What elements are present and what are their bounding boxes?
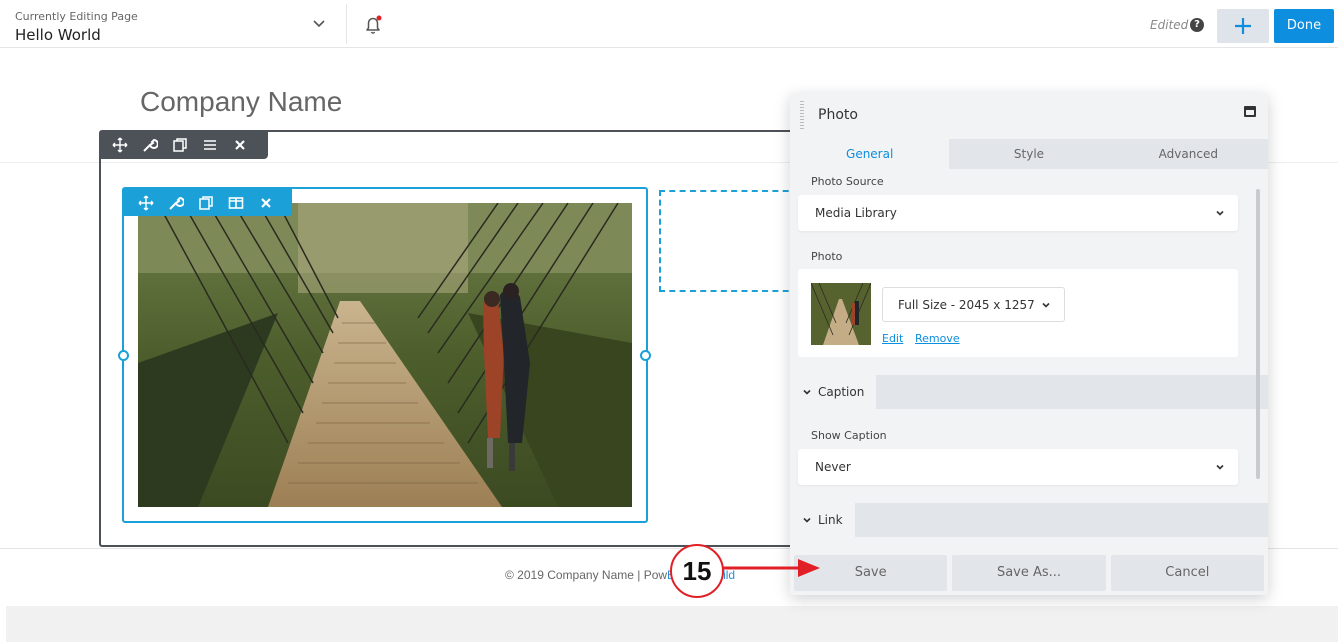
site-title: Company Name	[140, 86, 343, 117]
drop-zone[interactable]	[659, 190, 799, 292]
photo-thumbnail[interactable]	[811, 283, 871, 345]
currently-editing-label: Currently Editing Page	[15, 10, 138, 23]
window-icon[interactable]	[1244, 106, 1256, 117]
edited-status: Edited	[1150, 18, 1189, 32]
page-title[interactable]: Hello World	[15, 26, 101, 44]
bridge-photo[interactable]	[138, 203, 632, 507]
move-icon[interactable]	[112, 137, 128, 153]
resize-handle-left[interactable]	[118, 350, 129, 361]
close-icon[interactable]	[232, 137, 248, 153]
module-toolbar	[124, 189, 292, 216]
wrench-icon[interactable]	[142, 137, 158, 153]
row-toolbar	[100, 131, 268, 159]
caption-section-label: Caption	[818, 385, 865, 399]
photo-image	[138, 203, 632, 507]
chevron-down-icon	[1042, 302, 1050, 308]
photo-label: Photo	[811, 250, 843, 263]
photo-settings-panel: Photo General Style Advanced Photo Sourc…	[790, 93, 1268, 595]
chevron-down-icon	[1216, 464, 1224, 470]
wrench-icon[interactable]	[168, 195, 184, 211]
footer-bar	[6, 606, 1338, 642]
link-section-bar: Link	[790, 503, 1268, 537]
tab-general[interactable]: General	[790, 139, 950, 169]
panel-footer: Save Save As... Cancel	[790, 553, 1268, 595]
tab-style[interactable]: Style	[949, 139, 1108, 169]
photo-source-value: Media Library	[815, 206, 897, 220]
caption-section-toggle[interactable]: Caption	[790, 375, 877, 409]
photo-size-select[interactable]: Full Size - 2045 x 1257	[882, 287, 1065, 322]
photo-source-label: Photo Source	[811, 175, 884, 188]
help-icon[interactable]: ?	[1190, 18, 1204, 32]
remove-photo-link[interactable]: Remove	[915, 332, 960, 345]
tab-advanced[interactable]: Advanced	[1109, 139, 1268, 169]
chevron-down-icon	[803, 389, 811, 395]
photo-size-value: Full Size - 2045 x 1257	[898, 298, 1035, 312]
plus-icon	[1235, 18, 1251, 34]
cancel-button[interactable]: Cancel	[1110, 555, 1264, 591]
drag-handle-icon[interactable]	[800, 101, 804, 131]
save-as-button[interactable]: Save As...	[952, 555, 1106, 591]
close-icon[interactable]	[258, 195, 274, 211]
caption-section-bar: Caption	[790, 375, 1268, 409]
done-button[interactable]: Done	[1274, 9, 1334, 43]
panel-scrollbar[interactable]	[1256, 189, 1260, 479]
chevron-down-icon	[1216, 210, 1224, 216]
link-section-label: Link	[818, 513, 843, 527]
resize-handle-right[interactable]	[640, 350, 651, 361]
columns-icon[interactable]	[228, 195, 244, 211]
link-section-toggle[interactable]: Link	[790, 503, 855, 537]
add-content-button[interactable]	[1217, 9, 1269, 43]
panel-tabs: General Style Advanced	[790, 139, 1268, 169]
photo-field: Full Size - 2045 x 1257 Edit Remove	[798, 269, 1238, 357]
show-caption-select[interactable]: Never	[798, 449, 1238, 485]
menu-icon[interactable]	[202, 137, 218, 153]
annotation-arrow-icon	[722, 559, 820, 577]
move-icon[interactable]	[138, 195, 154, 211]
divider	[346, 4, 347, 44]
show-caption-value: Never	[815, 460, 851, 474]
duplicate-icon[interactable]	[198, 195, 214, 211]
panel-header[interactable]: Photo	[790, 93, 1268, 139]
builder-topbar: Currently Editing Page Hello World Edite…	[0, 0, 1338, 48]
step-number-badge: 15	[670, 544, 724, 598]
chevron-down-icon	[803, 517, 811, 523]
chevron-down-icon[interactable]	[310, 14, 328, 32]
duplicate-icon[interactable]	[172, 137, 188, 153]
panel-title: Photo	[818, 107, 858, 123]
footer-copyright: © 2019 Company Name | Pow	[505, 568, 668, 582]
bell-icon[interactable]	[362, 14, 384, 36]
thumbnail-image	[811, 283, 871, 345]
edit-photo-link[interactable]: Edit	[882, 332, 903, 345]
show-caption-label: Show Caption	[811, 429, 887, 442]
photo-source-select[interactable]: Media Library	[798, 195, 1238, 231]
